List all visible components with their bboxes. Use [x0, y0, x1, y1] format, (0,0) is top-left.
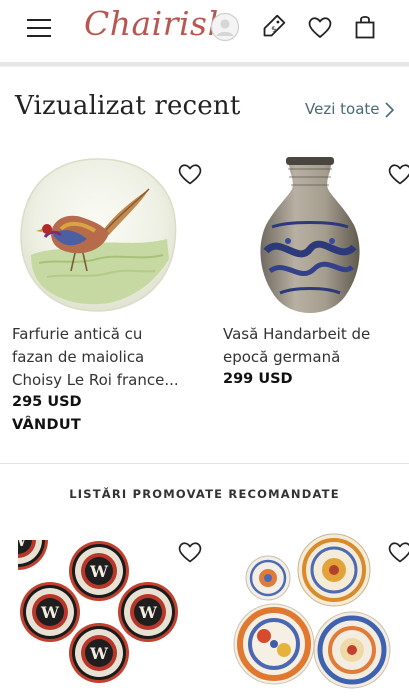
promoted-listings-title: LISTĂRI PROMOVATE RECOMANDATE: [69, 487, 340, 501]
product-title-line[interactable]: Choisy Le Roi france...: [12, 369, 179, 392]
chevron-right-icon[interactable]: [383, 101, 395, 119]
header: Chairish $: [0, 0, 409, 64]
decorative-plates-image[interactable]: [230, 532, 395, 692]
product-title-line[interactable]: Farfurie antică cu: [12, 323, 142, 346]
shopping-bag-icon[interactable]: [350, 12, 380, 42]
product-title-line[interactable]: fazan de maiolica: [12, 346, 144, 369]
favorite-heart-icon[interactable]: [386, 160, 409, 186]
product-title-line[interactable]: epocă germană: [223, 346, 340, 369]
menu-icon[interactable]: [27, 18, 51, 38]
favorite-heart-icon[interactable]: [176, 160, 204, 186]
heart-icon[interactable]: [305, 12, 335, 42]
sold-badge: VÂNDUT: [12, 417, 82, 433]
see-all-link[interactable]: Vezi toate: [305, 100, 380, 118]
product-price: 299 USD: [223, 371, 293, 387]
product-price: 295 USD: [12, 394, 82, 410]
header-divider-shadow: [0, 66, 409, 67]
favorite-heart-icon[interactable]: [176, 538, 204, 564]
account-icon[interactable]: [210, 12, 240, 42]
section-divider: [0, 463, 409, 464]
product-title-line[interactable]: Vasă Handarbeit de: [223, 323, 370, 346]
logo[interactable]: Chairish: [84, 4, 229, 43]
pheasant-plate-image[interactable]: [17, 155, 179, 313]
vase-image[interactable]: [258, 155, 362, 315]
recently-viewed-title: Vizualizat recent: [15, 91, 241, 121]
favorite-heart-icon[interactable]: [386, 538, 409, 564]
price-tag-icon[interactable]: $: [258, 12, 288, 42]
decorative-plates-image[interactable]: W: [18, 540, 180, 686]
svg-text:W: W: [18, 540, 28, 550]
